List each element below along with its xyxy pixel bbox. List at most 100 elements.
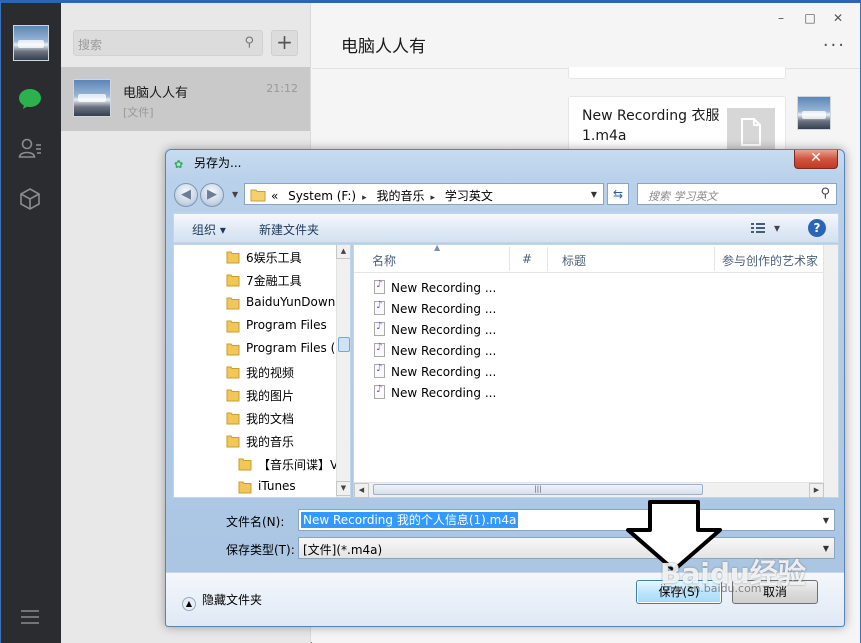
- view-icon: [750, 223, 765, 233]
- tree-item-label: 我的文档: [246, 412, 295, 426]
- audio-file-icon: [374, 300, 385, 315]
- folder-icon: [250, 188, 266, 205]
- history-dropdown-icon[interactable]: ▼: [232, 190, 238, 199]
- minimize-button[interactable]: –: [767, 8, 795, 28]
- file-message[interactable]: New Recording 衣服1.m4a: [568, 96, 786, 156]
- file-row[interactable]: New Recording ...: [374, 363, 497, 385]
- organize-button[interactable]: 组织 ▾: [192, 221, 226, 238]
- tree-scrollbar[interactable]: ▲ ▼: [336, 245, 350, 497]
- scrollbar-thumb[interactable]: [338, 337, 350, 352]
- chevron-right-icon[interactable]: ▸: [362, 193, 367, 203]
- watermark: Baidu经验 jingyan.baidu.com: [660, 552, 820, 600]
- hide-folders-toggle[interactable]: ▲ 隐藏文件夹: [182, 591, 262, 611]
- vertical-scrollbar[interactable]: [823, 245, 838, 497]
- menu-icon[interactable]: [16, 603, 44, 631]
- file-row[interactable]: New Recording ...: [374, 279, 497, 301]
- search-input[interactable]: 搜索 ⚲: [73, 30, 263, 56]
- breadcrumb-item[interactable]: 学习英文: [445, 189, 493, 203]
- chat-time: 21:12: [266, 82, 298, 95]
- chevron-down-icon[interactable]: ▼: [823, 516, 829, 525]
- more-icon[interactable]: ···: [823, 35, 846, 56]
- scroll-right-icon[interactable]: ▶: [809, 483, 824, 498]
- tree-item-label: iTunes: [258, 479, 296, 493]
- collection-icon[interactable]: [16, 185, 44, 213]
- folder-icon: [226, 250, 240, 267]
- help-icon[interactable]: ?: [808, 219, 826, 237]
- folder-icon: [226, 273, 240, 290]
- my-avatar: [797, 96, 831, 130]
- horizontal-scrollbar[interactable]: ◀ ||| ▶: [354, 482, 824, 498]
- tree-item-label: 6娱乐工具: [246, 251, 302, 265]
- chevron-right-icon[interactable]: ▸: [431, 193, 436, 203]
- hide-folders-label: 隐藏文件夹: [202, 593, 263, 607]
- view-options-button[interactable]: ▾: [750, 221, 780, 235]
- view-dropdown-arrow: ▾: [773, 221, 780, 235]
- tree-item-label: 【音乐间谍】V: [258, 458, 339, 472]
- file-message-name: New Recording 衣服1.m4a: [582, 108, 720, 144]
- column-divider[interactable]: [547, 247, 548, 271]
- column-number[interactable]: #: [522, 252, 532, 266]
- column-title[interactable]: 标题: [562, 252, 586, 269]
- file-row[interactable]: New Recording ...: [374, 384, 496, 406]
- folder-search-input[interactable]: 搜索 学习英文 ⚲: [637, 183, 837, 205]
- breadcrumb-overflow[interactable]: «: [271, 189, 278, 203]
- scrollbar-thumb[interactable]: |||: [373, 484, 703, 495]
- contacts-icon[interactable]: [16, 134, 44, 162]
- file-name: New Recording ...: [391, 365, 497, 379]
- filename-value: New Recording 我的个人信息(1).m4a: [301, 512, 519, 528]
- chat-name: 电脑人人有: [123, 86, 189, 101]
- file-row[interactable]: New Recording ...: [374, 342, 497, 364]
- folder-search-placeholder: 搜索 学习英文: [648, 190, 718, 203]
- tree-item-label: Program Files (: [246, 341, 336, 355]
- folder-icon: [238, 457, 252, 474]
- new-folder-button[interactable]: 新建文件夹: [259, 221, 319, 238]
- column-divider[interactable]: [509, 247, 510, 271]
- chevron-down-icon[interactable]: ▼: [823, 544, 829, 553]
- chat-title: 电脑人人有: [341, 37, 426, 57]
- dialog-close-button[interactable]: ✕: [794, 150, 838, 169]
- scroll-up-icon[interactable]: ▲: [336, 245, 350, 259]
- watermark-url: jingyan.baidu.com: [660, 582, 762, 595]
- nav-arrows: ◀ ▶ ▼: [174, 183, 238, 207]
- wechat-logo-icon: ✿: [174, 157, 184, 171]
- file-name: New Recording ...: [391, 302, 497, 316]
- tree-item-label: 我的音乐: [246, 435, 295, 449]
- filename-field[interactable]: New Recording 我的个人信息(1).m4a ▼: [298, 509, 835, 531]
- breadcrumb-item[interactable]: 我的音乐: [376, 189, 424, 203]
- add-button[interactable]: +: [271, 30, 298, 56]
- breadcrumb-item[interactable]: System (F:): [288, 189, 356, 203]
- sort-ascending-icon: ▲: [434, 243, 441, 252]
- search-placeholder: 搜索: [78, 38, 103, 52]
- tree-item-label: Program Files: [246, 318, 327, 332]
- column-name[interactable]: 名称: [372, 252, 396, 269]
- file-name: New Recording ...: [391, 281, 497, 295]
- chat-icon[interactable]: [16, 85, 44, 113]
- filetype-value: [文件](*.m4a): [303, 543, 383, 557]
- tree-item-label: BaiduYunDownl: [246, 295, 339, 309]
- folder-icon: [226, 411, 240, 428]
- filetype-label: 保存类型(T):: [226, 543, 295, 557]
- scroll-down-icon[interactable]: ▼: [336, 481, 350, 496]
- file-name: New Recording ...: [391, 344, 497, 358]
- back-icon[interactable]: ◀: [174, 183, 198, 207]
- dialog-title-bar: ✿ 另存为...: [174, 154, 241, 171]
- folder-icon: [238, 480, 252, 497]
- chevron-down-icon[interactable]: ▼: [591, 190, 597, 199]
- refresh-icon[interactable]: ⇆: [607, 183, 629, 205]
- message-bubble: [568, 67, 786, 79]
- file-list-header: ▲ 名称 # 标题 参与创作的艺术家: [354, 243, 824, 273]
- close-button[interactable]: ✕: [824, 8, 852, 28]
- column-divider[interactable]: [714, 247, 715, 271]
- chat-list-item[interactable]: 电脑人人有 21:12 [文件]: [61, 67, 310, 131]
- file-row[interactable]: New Recording ...: [374, 300, 497, 322]
- search-icon[interactable]: ⚲: [820, 186, 830, 201]
- forward-icon[interactable]: ▶: [200, 183, 224, 207]
- file-row[interactable]: New Recording ...: [374, 321, 496, 343]
- column-artist[interactable]: 参与创作的艺术家: [722, 252, 818, 269]
- address-bar[interactable]: « System (F:) ▸ 我的音乐 ▸ 学习英文 ▼: [244, 183, 604, 205]
- folder-icon: [226, 296, 240, 313]
- user-avatar[interactable]: [13, 25, 49, 61]
- maximize-button[interactable]: □: [796, 8, 824, 28]
- audio-file-icon: [374, 363, 385, 378]
- scroll-left-icon[interactable]: ◀: [354, 483, 369, 498]
